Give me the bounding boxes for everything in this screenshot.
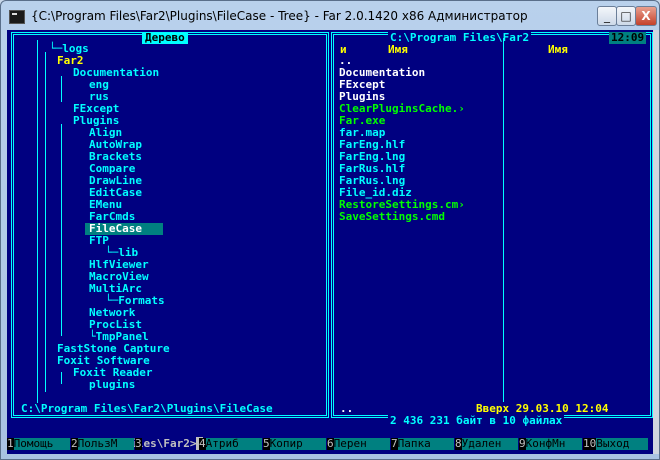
minimize-button[interactable]: _ bbox=[597, 6, 617, 26]
fkey-label: Выход bbox=[596, 438, 649, 450]
console-area: Дерево C:\Program Files\Far2\Plugins\Fil… bbox=[7, 30, 653, 454]
fkey-number: 9 bbox=[519, 437, 526, 450]
tree-guide-line bbox=[61, 76, 62, 102]
fkey-8-button[interactable]: 8Удален bbox=[455, 438, 518, 450]
fkey-label: ПользМ bbox=[77, 438, 134, 450]
title-bar[interactable]: {C:\Program Files\Far2\Plugins\FileCase … bbox=[1, 1, 659, 31]
tree-item[interactable]: plugins bbox=[89, 379, 135, 391]
fkey-number: 7 bbox=[391, 437, 398, 450]
fkey-number: 6 bbox=[327, 437, 334, 450]
left-panel-path: C:\Program Files\Far2\Plugins\FileCase bbox=[21, 402, 273, 415]
fkey-4-button[interactable]: 4Атриб bbox=[199, 438, 262, 450]
fkey-5-button[interactable]: 5Копир bbox=[263, 438, 326, 450]
fkey-9-button[interactable]: 9КонфМн bbox=[519, 438, 582, 450]
left-panel-header: Дерево bbox=[142, 32, 188, 44]
tree-guide-line bbox=[61, 124, 62, 336]
fkey-label: Помощь bbox=[13, 438, 70, 450]
fkey-1-button[interactable]: 1Помощь bbox=[7, 438, 70, 450]
clock: 12:09 bbox=[609, 31, 647, 44]
fkey-label: Папка bbox=[397, 438, 454, 450]
status-selected: .. bbox=[340, 402, 354, 415]
tree-item[interactable]: Documentation bbox=[73, 67, 159, 79]
fkey-label: Удален bbox=[461, 438, 518, 450]
fkey-number: 1 bbox=[7, 437, 14, 450]
column-header-name-1[interactable]: Имя bbox=[388, 44, 408, 56]
fkey-3-button[interactable]: 3 bbox=[135, 438, 198, 450]
maximize-button[interactable]: □ bbox=[616, 6, 636, 26]
right-panel-path: C:\Program Files\Far2 bbox=[388, 31, 532, 44]
fkey-number: 2 bbox=[71, 437, 78, 450]
close-button[interactable]: X bbox=[635, 6, 657, 26]
window-scrollbar[interactable] bbox=[653, 30, 659, 454]
fkey-number: 5 bbox=[263, 437, 270, 450]
fkey-label: Перен bbox=[333, 438, 390, 450]
fkey-number: 4 bbox=[199, 437, 206, 450]
tree-guide-line bbox=[45, 52, 46, 392]
fkey-10-button[interactable]: 10Выход bbox=[583, 437, 649, 450]
summary-line: 2 436 231 байт в 10 файлах bbox=[388, 414, 565, 427]
fkey-6-button[interactable]: 6Перен bbox=[327, 438, 390, 450]
column-header-name-2[interactable]: Имя bbox=[548, 44, 568, 56]
tree-guide-line bbox=[37, 40, 38, 403]
column-divider bbox=[503, 38, 504, 402]
far-manager-window: {C:\Program Files\Far2\Plugins\FileCase … bbox=[0, 0, 660, 460]
fkey-number: 10 bbox=[583, 437, 597, 450]
window-title: {C:\Program Files\Far2\Plugins\FileCase … bbox=[31, 9, 528, 23]
fkey-label: Атриб bbox=[205, 438, 262, 450]
console-app-icon bbox=[9, 10, 25, 24]
fkey-7-button[interactable]: 7Папка bbox=[391, 438, 454, 450]
fkey-number: 3 bbox=[135, 437, 142, 450]
function-key-bar: 1Помощь 2ПользМ 3 4Атриб 5Копир 6Перен 7Папка 8… bbox=[7, 438, 653, 450]
fkey-number: 8 bbox=[455, 437, 462, 450]
fkey-label: КонфМн bbox=[525, 438, 582, 450]
tree-guide-line bbox=[61, 372, 62, 384]
fkey-label: Копир bbox=[269, 438, 326, 450]
file-item[interactable]: SaveSettings.cmd bbox=[339, 211, 445, 223]
fkey-2-button[interactable]: 2ПользМ bbox=[71, 438, 134, 450]
